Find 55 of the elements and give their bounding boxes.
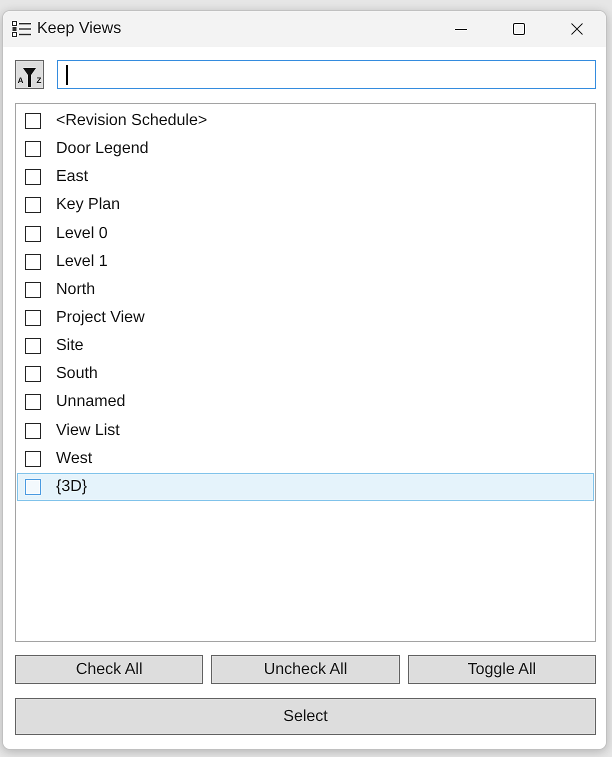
list-icon	[12, 21, 31, 37]
text-caret-icon	[66, 64, 68, 84]
view-list-item[interactable]: Unnamed	[17, 388, 594, 417]
maximize-icon	[513, 23, 525, 35]
checkbox[interactable]	[25, 282, 41, 298]
checkbox[interactable]	[25, 338, 41, 354]
checkbox[interactable]	[25, 197, 41, 214]
funnel-icon	[23, 68, 36, 87]
view-list-item[interactable]: East	[17, 163, 594, 192]
view-name: South	[56, 365, 98, 384]
view-name: {3D}	[56, 478, 88, 496]
checkbox[interactable]	[25, 422, 41, 439]
view-name: Level 0	[56, 224, 108, 243]
action-button[interactable]: Toggle All	[408, 655, 596, 684]
view-name: Project View	[56, 309, 145, 328]
view-list-item[interactable]: South	[17, 360, 594, 388]
checkbox[interactable]	[25, 169, 41, 186]
checkbox[interactable]	[25, 141, 41, 158]
view-list-item[interactable]: Level 0	[17, 220, 594, 248]
view-list-item[interactable]: Door Legend	[17, 135, 594, 164]
checkbox[interactable]	[25, 113, 41, 130]
sort-filter-button[interactable]: A Z	[15, 60, 44, 89]
view-name: West	[56, 450, 92, 468]
checkbox[interactable]	[25, 450, 41, 467]
view-list-item[interactable]: West	[17, 444, 594, 473]
checkbox[interactable]	[25, 310, 41, 326]
view-name: View List	[56, 422, 120, 440]
action-button[interactable]: Check All	[15, 655, 204, 684]
search-field[interactable]	[57, 60, 596, 89]
view-list-item[interactable]: <Revision Schedule>	[17, 107, 594, 136]
view-name: Site	[56, 337, 84, 356]
view-list-item[interactable]: View List	[17, 416, 594, 445]
view-name: Level 1	[56, 252, 108, 271]
checkbox[interactable]	[25, 478, 41, 495]
checkbox[interactable]	[25, 394, 41, 410]
view-name: East	[56, 168, 88, 186]
view-list-item[interactable]: Site	[17, 332, 594, 360]
close-icon	[571, 23, 583, 35]
checkbox[interactable]	[25, 366, 41, 382]
minimize-icon	[455, 28, 467, 30]
window-title: Keep Views	[37, 20, 122, 38]
view-list-item[interactable]: Level 1	[17, 248, 594, 276]
action-button[interactable]: Uncheck All	[211, 655, 400, 684]
view-name: Unnamed	[56, 393, 126, 412]
view-name: Door Legend	[56, 140, 149, 158]
view-name: Key Plan	[56, 196, 120, 214]
view-list-item[interactable]: Project View	[17, 304, 594, 332]
view-list-item[interactable]: North	[17, 276, 594, 304]
view-list-item[interactable]: {3D}	[17, 472, 594, 501]
checkbox[interactable]	[25, 254, 41, 270]
view-name: North	[56, 280, 96, 299]
checkbox[interactable]	[25, 226, 41, 242]
select-button[interactable]: Select	[15, 698, 596, 735]
view-list-item[interactable]: Key Plan	[17, 191, 594, 220]
view-name: <Revision Schedule>	[56, 112, 208, 130]
